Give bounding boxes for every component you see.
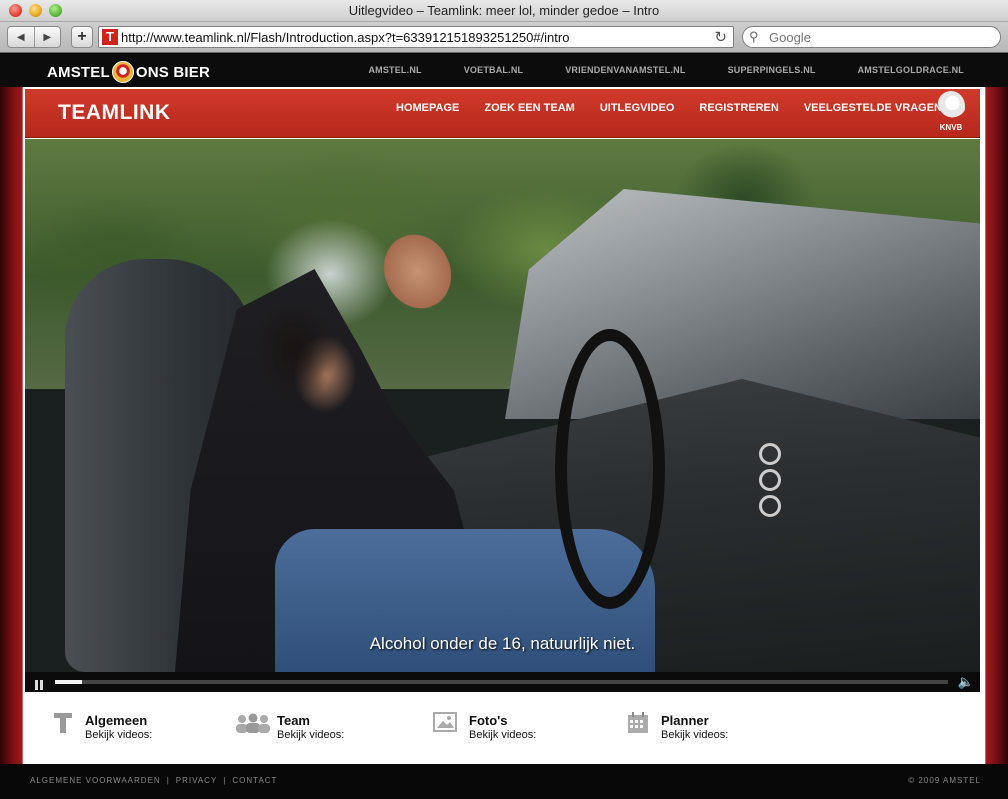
search-input[interactable] xyxy=(769,29,989,45)
category-sub: Bekijk videos: xyxy=(277,729,345,741)
teamlink-header: TEAMLINK HOMEPAGE ZOEK EEN TEAM UITLEGVI… xyxy=(25,89,980,138)
back-button[interactable]: ◀ xyxy=(8,27,35,47)
team-people-icon xyxy=(235,712,270,738)
footer-link-contact[interactable]: CONTACT xyxy=(232,776,277,785)
knvb-logo[interactable]: KNVB xyxy=(936,91,966,136)
category-sub: Bekijk videos: xyxy=(469,729,537,741)
address-bar[interactable]: T http://www.teamlink.nl/Flash/Introduct… xyxy=(98,26,734,48)
site-footer: ALGEMENE VOORWAARDEN | PRIVACY | CONTACT © 2… xyxy=(0,764,1008,799)
nav-registreren[interactable]: REGISTREREN xyxy=(699,102,778,114)
footer-links: ALGEMENE VOORWAARDEN | PRIVACY | CONTACT xyxy=(30,776,278,785)
video-progress-bar[interactable] xyxy=(55,680,948,684)
amstel-link-vrienden[interactable]: VRIENDENVANAMSTEL.NL xyxy=(565,65,685,75)
category-sub: Bekijk videos: xyxy=(85,729,153,741)
amstel-badge-icon xyxy=(111,61,134,83)
nav-homepage[interactable]: HOMEPAGE xyxy=(396,102,459,114)
video-categories: Algemeen Bekijk videos: Team Bekijk vide… xyxy=(25,712,980,752)
nav-zoek-een-team[interactable]: ZOEK EEN TEAM xyxy=(484,102,574,114)
calendar-icon xyxy=(627,712,657,738)
category-algemeen[interactable]: Algemeen Bekijk videos: xyxy=(25,712,215,752)
amstel-logo[interactable]: AMSTEL ONS BIER xyxy=(47,61,210,83)
video-steering-wheel xyxy=(555,329,665,609)
volume-icon[interactable]: 🔈 xyxy=(958,674,974,690)
category-team[interactable]: Team Bekijk videos: xyxy=(235,712,425,752)
letter-t-icon xyxy=(53,712,83,738)
reload-icon[interactable]: ↻ xyxy=(714,28,727,46)
forward-button[interactable]: ▶ xyxy=(35,27,61,47)
copyright: © 2009 AMSTEL xyxy=(908,776,981,785)
search-box[interactable]: ⚲ xyxy=(742,26,1001,48)
nav-uitlegvideo[interactable]: UITLEGVIDEO xyxy=(600,102,675,114)
add-bookmark-button[interactable]: + xyxy=(71,26,93,48)
category-planner[interactable]: Planner Bekijk videos: xyxy=(625,712,815,752)
amstel-link-goldrace[interactable]: AMSTELGOLDRACE.NL xyxy=(858,65,964,75)
amstel-link-voetbal[interactable]: VOETBAL.NL xyxy=(464,65,524,75)
video-player[interactable]: Alcohol onder de 16, natuurlijk niet. xyxy=(25,139,980,672)
window-titlebar: Uitlegvideo – Teamlink: meer lol, minder… xyxy=(0,0,1008,22)
browser-toolbar: ◀ ▶ + T http://www.teamlink.nl/Flash/Int… xyxy=(0,22,1008,53)
amstel-link-superpingels[interactable]: SUPERPINGELS.NL xyxy=(728,65,816,75)
search-icon: ⚲ xyxy=(749,29,759,44)
pause-icon[interactable] xyxy=(35,677,45,690)
category-name: Team xyxy=(277,713,310,728)
amstel-links: AMSTEL.NL VOETBAL.NL VRIENDENVANAMSTEL.N… xyxy=(326,65,964,75)
amstel-link-amstel[interactable]: AMSTEL.NL xyxy=(368,65,421,75)
site-favicon-icon: T xyxy=(102,29,118,45)
category-name: Planner xyxy=(661,713,709,728)
main-nav: HOMEPAGE ZOEK EEN TEAM UITLEGVIDEO REGIS… xyxy=(396,102,967,114)
category-fotos[interactable]: Foto's Bekijk videos: xyxy=(431,712,621,752)
url-text[interactable]: http://www.teamlink.nl/Flash/Introductio… xyxy=(121,30,569,45)
amstel-bar: AMSTEL ONS BIER AMSTEL.NL VOETBAL.NL VRI… xyxy=(0,54,1008,87)
knvb-lion-icon xyxy=(937,91,965,121)
nav-veelgestelde-vragen[interactable]: VEELGESTELDE VRAGEN xyxy=(804,102,942,114)
category-name: Algemeen xyxy=(85,713,148,728)
photo-icon xyxy=(433,712,463,738)
knvb-label: KNVB xyxy=(939,123,963,132)
teamlink-logo[interactable]: TEAMLINK xyxy=(58,101,171,125)
amstel-logo-right: ONS BIER xyxy=(135,63,210,81)
footer-link-voorwaarden[interactable]: ALGEMENE VOORWAARDEN xyxy=(30,776,161,785)
category-name: Foto's xyxy=(469,713,508,728)
video-air-vents xyxy=(745,439,805,539)
footer-link-privacy[interactable]: PRIVACY xyxy=(176,776,218,785)
video-progress-fill xyxy=(55,680,82,684)
history-buttons: ◀ ▶ xyxy=(7,26,61,48)
video-subtitle: Alcohol onder de 16, natuurlijk niet. xyxy=(369,634,636,653)
amstel-logo-left: AMSTEL xyxy=(47,63,110,81)
window-title: Uitlegvideo – Teamlink: meer lol, minder… xyxy=(348,3,660,18)
category-sub: Bekijk videos: xyxy=(661,729,729,741)
video-controls: 🔈 xyxy=(25,672,980,692)
